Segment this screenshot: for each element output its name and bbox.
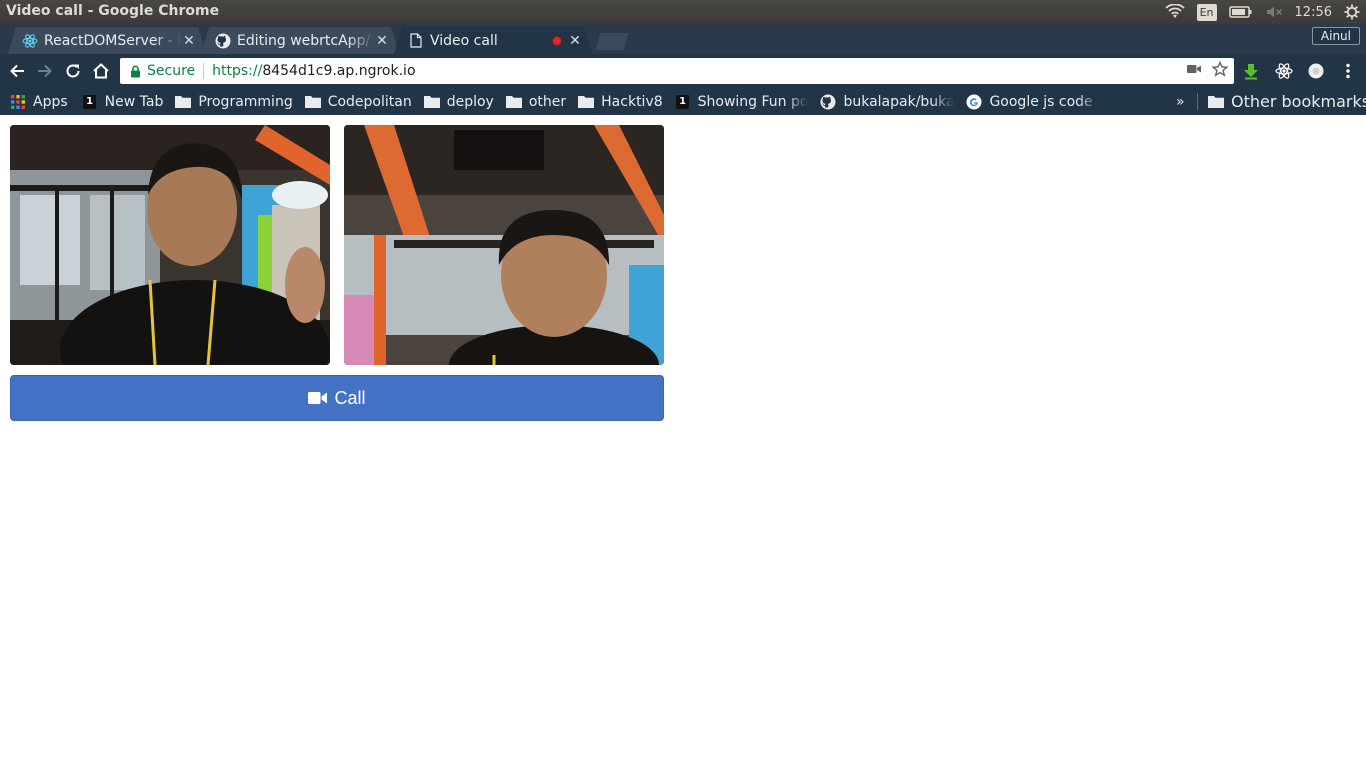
bookmark-label: Google js code st (989, 93, 1101, 110)
bookmark-star-icon[interactable] (1211, 60, 1229, 81)
bookmark-apps[interactable]: Apps (0, 88, 74, 115)
bookmarks-bar: Apps 1 New Tab Programming Codepolitan d… (0, 88, 1366, 115)
clock[interactable]: 12:56 (1295, 5, 1332, 20)
back-arrow-icon[interactable] (6, 60, 28, 82)
reload-icon[interactable] (62, 60, 84, 82)
address-bar[interactable]: Secure https://8454d1c9.ap.ngrok.io (120, 58, 1234, 84)
call-button-label: Call (334, 387, 366, 408)
folder-icon (578, 94, 595, 110)
bookmark-deploy[interactable]: deploy (418, 88, 500, 115)
folder-icon (304, 94, 321, 110)
local-video (10, 125, 330, 365)
home-icon[interactable] (90, 60, 112, 82)
bookmark-bukalapak[interactable]: bukalapak/buka (814, 88, 960, 115)
lock-icon[interactable] (128, 64, 142, 78)
github-icon (820, 94, 836, 110)
close-icon[interactable]: ✕ (182, 33, 196, 49)
download-extension-icon[interactable] (1242, 62, 1260, 80)
recording-indicator-icon (552, 35, 562, 46)
bookmark-label: bukalapak/buka (843, 93, 955, 110)
bookmark-label: New Tab (104, 93, 164, 110)
bookmark-label: deploy (446, 93, 494, 110)
react-icon (22, 33, 38, 49)
apps-grid-icon (10, 94, 26, 110)
close-icon[interactable]: ✕ (568, 33, 582, 49)
bookmark-google-js-code-style[interactable]: Google js code st (960, 88, 1106, 115)
bookmark-label: Hacktiv8 (601, 93, 663, 110)
bookmark-codepolitan[interactable]: Codepolitan (299, 88, 418, 115)
github-icon (215, 33, 231, 49)
omnibox-divider (203, 63, 205, 79)
profile-button[interactable]: Ainul (1311, 27, 1360, 45)
folder-icon (175, 94, 192, 110)
document-icon (408, 33, 424, 49)
keyboard-language-indicator[interactable]: En (1196, 3, 1217, 21)
settings-gear-icon[interactable] (1344, 4, 1360, 20)
forward-arrow-icon[interactable] (34, 60, 56, 82)
bookmark-label: other (528, 93, 567, 110)
bookmark-new-tab[interactable]: 1 New Tab (76, 88, 170, 115)
close-icon[interactable]: ✕ (375, 33, 389, 49)
tab-title: Editing webrtcApp/ (237, 32, 371, 49)
volume-muted-icon[interactable] (1265, 5, 1283, 19)
bookmark-label: Other bookmarks (1231, 92, 1366, 111)
bookmark-label: Codepolitan (327, 93, 412, 110)
tab-title: ReactDOMServer - R (44, 32, 182, 49)
tab-title: Video call (430, 32, 498, 49)
bookmark-hacktiv8[interactable]: Hacktiv8 (572, 88, 668, 115)
chrome-menu-icon[interactable] (1339, 62, 1357, 80)
tab-video-call[interactable]: Video call ✕ (394, 27, 592, 54)
tab-editing-webrtcapp[interactable]: Editing webrtcApp/ ✕ (201, 27, 399, 54)
number-one-icon: 1 (82, 94, 98, 110)
folder-icon (1208, 94, 1224, 110)
new-tab-button[interactable] (596, 33, 628, 50)
google-icon (966, 94, 982, 110)
os-top-bar: Video call - Google Chrome En 12:56 (0, 0, 1366, 24)
secure-label[interactable]: Secure (147, 63, 195, 79)
extension-circle-icon[interactable] (1307, 62, 1325, 80)
url-host[interactable]: 8454d1c9.ap.ngrok.io (262, 63, 415, 79)
wifi-icon[interactable] (1164, 4, 1185, 20)
system-tray: En 12:56 (1164, 2, 1360, 22)
more-bookmarks-chevron[interactable]: » (1176, 88, 1185, 115)
bookmark-label: Apps (33, 93, 68, 110)
bookmarks-divider (1197, 93, 1198, 110)
battery-icon[interactable] (1228, 5, 1253, 19)
page-content: Call (0, 115, 1366, 768)
number-one-icon: 1 (675, 94, 691, 110)
tab-reactdomserver[interactable]: ReactDOMServer - R ✕ (8, 27, 206, 54)
bookmark-label: Programming (198, 93, 293, 110)
folder-icon (423, 94, 440, 110)
bookmark-showing-fun[interactable]: 1 Showing Fun po (669, 88, 815, 115)
remote-video (344, 125, 664, 365)
bookmark-other-bookmarks[interactable]: Other bookmarks (1202, 88, 1366, 115)
tab-strip: ReactDOMServer - R ✕ Editing webrtcApp/ … (0, 24, 1366, 54)
bookmark-other[interactable]: other (500, 88, 572, 115)
camera-in-use-icon[interactable] (1186, 63, 1202, 79)
bookmark-label: Showing Fun po (697, 93, 809, 110)
call-button[interactable]: Call (10, 375, 664, 421)
bookmark-programming[interactable]: Programming (169, 88, 298, 115)
video-camera-icon (308, 391, 328, 405)
react-devtools-icon[interactable] (1275, 62, 1293, 80)
window-title: Video call - Google Chrome (6, 3, 220, 19)
url-scheme[interactable]: https:// (212, 63, 262, 79)
folder-icon (505, 94, 522, 110)
